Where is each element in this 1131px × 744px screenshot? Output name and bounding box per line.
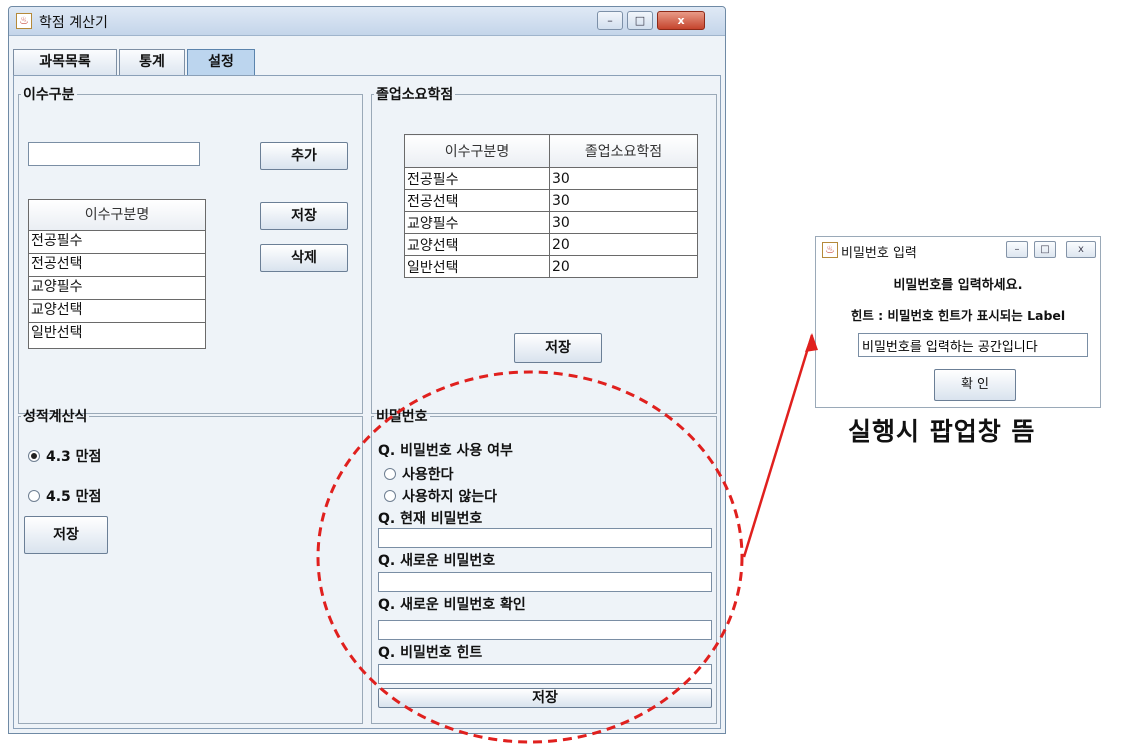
popup-title: 비밀번호 입력 — [841, 246, 917, 261]
radio-label: 사용한다 — [402, 467, 454, 483]
question-confirm-password: Q. 새로운 비밀번호 확인 — [378, 597, 526, 613]
popup-ok-button[interactable]: 확 인 — [934, 369, 1016, 401]
cell[interactable]: 교양필수 — [404, 211, 550, 234]
maximize-button[interactable]: □ — [627, 11, 653, 30]
graduation-credits-table[interactable]: 이수구분명 졸업소요학점 전공필수 30 전공선택 30 교양필수 30 교양선택 20… — [404, 134, 698, 278]
list-item[interactable]: 일반선택 — [29, 323, 205, 345]
radio-label: 사용하지 않는다 — [402, 489, 498, 505]
grade-formula-legend: 성적계산식 — [23, 409, 88, 425]
cell[interactable]: 교양선택 — [404, 233, 550, 256]
radio-use[interactable]: 사용한다 — [384, 464, 454, 484]
table-row[interactable]: 일반선택 20 — [404, 255, 698, 278]
minimize-button[interactable]: – — [597, 11, 623, 30]
maximize-button[interactable]: □ — [1034, 241, 1056, 258]
password-popup-window: ♨ 비밀번호 입력 – □ x 비밀번호를 입력하세요. 힌트 : 비밀번호 힌… — [815, 236, 1101, 408]
list-item[interactable]: 전공필수 — [29, 231, 205, 254]
table-header-row: 이수구분명 졸업소요학점 — [404, 134, 698, 168]
radio-not-use[interactable]: 사용하지 않는다 — [384, 486, 497, 506]
table-row[interactable]: 전공선택 30 — [404, 189, 698, 212]
grade-formula-save-button[interactable]: 저장 — [24, 516, 108, 554]
radio-label: 4.3 만점 — [46, 449, 102, 465]
popup-password-input[interactable] — [858, 333, 1088, 357]
main-window: ♨ 학점 계산기 – □ x 과목목록 통계 설정 이수구분 추가 저장 삭제 … — [8, 6, 726, 734]
password-legend: 비밀번호 — [376, 409, 428, 425]
cell[interactable]: 20 — [549, 233, 698, 256]
question-use-password: Q. 비밀번호 사용 여부 — [378, 443, 513, 459]
radio-unselected-icon[interactable] — [384, 490, 396, 502]
radio-4-5[interactable]: 4.5 만점 — [28, 486, 101, 506]
question-new-password: Q. 새로운 비밀번호 — [378, 553, 496, 569]
list-item[interactable]: 교양선택 — [29, 300, 205, 323]
radio-unselected-icon[interactable] — [28, 490, 40, 502]
arrow-line — [742, 334, 814, 558]
graduation-save-button[interactable]: 저장 — [514, 333, 602, 363]
settings-panel: 이수구분 추가 저장 삭제 이수구분명 전공필수 전공선택 교양필수 교양선택 … — [13, 75, 721, 729]
radio-4-3[interactable]: 4.3 만점 — [28, 446, 101, 466]
course-type-list[interactable]: 이수구분명 전공필수 전공선택 교양필수 교양선택 일반선택 — [28, 199, 206, 349]
add-button[interactable]: 추가 — [260, 142, 348, 170]
delete-button[interactable]: 삭제 — [260, 244, 348, 272]
radio-unselected-icon[interactable] — [384, 468, 396, 480]
table-row[interactable]: 교양필수 30 — [404, 211, 698, 234]
tab-course-list[interactable]: 과목목록 — [13, 49, 117, 75]
table-row[interactable]: 교양선택 20 — [404, 233, 698, 256]
popup-hint-label: 힌트 : 비밀번호 힌트가 표시되는 Label — [850, 308, 1066, 323]
java-app-icon: ♨ — [822, 242, 838, 258]
password-hint-input[interactable] — [378, 664, 712, 684]
cell[interactable]: 30 — [549, 189, 698, 212]
current-password-input[interactable] — [378, 528, 712, 548]
java-app-icon: ♨ — [16, 13, 32, 29]
cell[interactable]: 전공필수 — [404, 167, 550, 190]
minimize-button[interactable]: – — [1006, 241, 1028, 258]
question-current-password: Q. 현재 비밀번호 — [378, 511, 483, 527]
list-header: 이수구분명 — [29, 200, 205, 231]
list-item[interactable]: 전공선택 — [29, 254, 205, 277]
new-password-input[interactable] — [378, 572, 712, 592]
popup-prompt: 비밀번호를 입력하세요. — [893, 278, 1023, 293]
course-type-legend: 이수구분 — [23, 87, 75, 103]
course-type-save-button[interactable]: 저장 — [260, 202, 348, 230]
cell[interactable]: 30 — [549, 211, 698, 234]
tab-settings[interactable]: 설정 — [187, 49, 255, 75]
cell[interactable]: 30 — [549, 167, 698, 190]
cell[interactable]: 20 — [549, 255, 698, 278]
list-item[interactable]: 교양필수 — [29, 277, 205, 300]
close-button[interactable]: x — [1066, 241, 1096, 258]
table-row[interactable]: 전공필수 30 — [404, 167, 698, 190]
cell[interactable]: 전공선택 — [404, 189, 550, 212]
annotation-text: 실행시 팝업창 뜸 — [848, 417, 1036, 446]
popup-title-bar[interactable]: ♨ 비밀번호 입력 – □ x — [816, 237, 1100, 263]
radio-label: 4.5 만점 — [46, 489, 102, 505]
question-password-hint: Q. 비밀번호 힌트 — [378, 645, 483, 661]
confirm-password-input[interactable] — [378, 620, 712, 640]
course-type-input[interactable] — [28, 142, 200, 166]
graduation-legend: 졸업소요학점 — [376, 87, 454, 103]
column-header: 이수구분명 — [404, 134, 550, 168]
radio-selected-icon[interactable] — [28, 450, 40, 462]
password-save-button[interactable]: 저장 — [378, 688, 712, 708]
close-button[interactable]: x — [657, 11, 705, 30]
title-bar[interactable]: ♨ 학점 계산기 – □ x — [9, 7, 725, 36]
column-header: 졸업소요학점 — [549, 134, 698, 168]
tab-statistics[interactable]: 통계 — [119, 49, 185, 75]
window-title: 학점 계산기 — [39, 15, 108, 31]
cell[interactable]: 일반선택 — [404, 255, 550, 278]
